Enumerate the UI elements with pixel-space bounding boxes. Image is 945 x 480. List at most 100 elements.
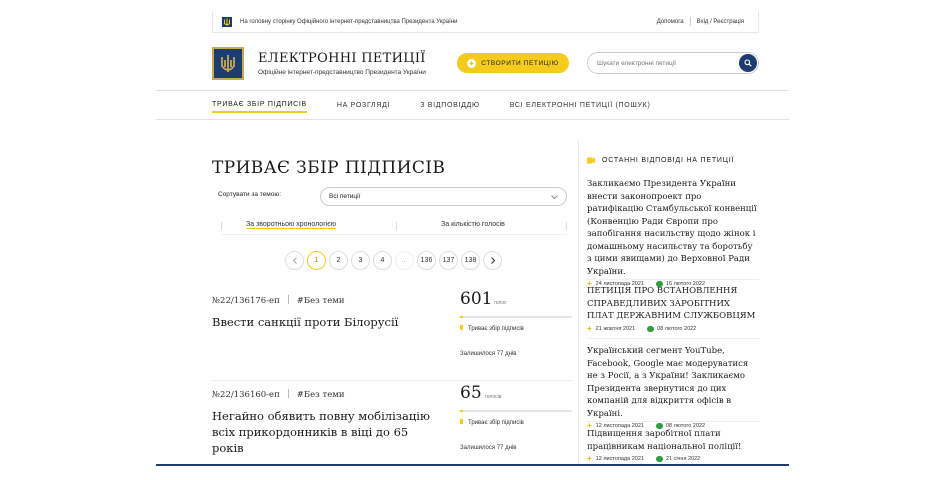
answer-item: Закликаємо Президента України внести зак… [587,178,759,288]
divider [396,222,397,230]
order-reverse-tab[interactable]: За зворотньою хронологією [246,221,337,229]
search-input[interactable] [597,59,739,67]
plus-icon: + [587,323,592,333]
create-petition-label: СТВОРИТИ ПЕТИЦІЮ [481,59,559,67]
comment-icon [647,325,655,332]
help-link[interactable]: Допомога [651,19,690,25]
divider [587,421,759,422]
sort-select[interactable]: Всі петиції [320,187,567,206]
status-marker [460,419,463,424]
vote-progress-bar [460,316,572,318]
home-link[interactable]: На головну сторінку Офіційного інтернет-… [240,19,651,25]
days-remaining: Залишилося 77 днів [460,351,517,357]
created-date: 21 жовтня 2021 [595,325,636,332]
top-bar: На головну сторінку Офіційного інтернет-… [212,11,759,33]
next-page-button[interactable] [483,251,502,270]
petition-title[interactable]: Негайно обявить повну мобілізацію всіх п… [212,408,442,456]
nav-item-answered[interactable]: З ВІДПОВІДДЮ [420,99,480,112]
page-button-1[interactable]: 1 [307,251,326,270]
header: ЕЛЕКТРОННІ ПЕТИЦІЇ Офіційне інтернет-пре… [212,46,759,82]
vote-count: 65 [460,383,482,403]
petition-meta: №22/136160-еп #Без теми [212,389,345,400]
vote-count-label: голос [494,300,507,306]
answer-item: Підвищення заробітної плати працівникам … [587,428,759,463]
vote-progress-bar [460,410,572,412]
create-petition-button[interactable]: + СТВОРИТИ ПЕТИЦІЮ [457,53,569,73]
vote-progress-fill [460,410,463,412]
sort-select-value: Всі петиції [329,193,361,200]
nav-item-collecting[interactable]: ТРИВАЄ ЗБІР ПІДПИСІВ [212,98,307,113]
divider [221,222,222,230]
order-tabs: За зворотньою хронологією За кількістю г… [221,216,567,236]
nav-item-review[interactable]: НА РОЗГЛЯДІ [337,99,390,112]
search-icon [744,59,752,67]
answered-date: 21 січня 2022 [665,456,701,462]
divider [287,389,289,398]
answered-date: 08 лютого 2022 [657,325,697,332]
column-divider [578,141,579,465]
petition-tag[interactable]: #Без теми [297,390,345,400]
answer-dates: + 21 жовтня 2021 08 лютого 2022 [587,323,759,333]
divider [156,90,789,91]
trident-icon [222,16,232,27]
status-marker [460,325,463,330]
divider [587,338,759,339]
answers-heading-text: ОСТАННІ ВІДПОВІДІ НА ПЕТИЦІЇ [602,157,735,164]
petition-meta: №22/136176-еп #Без теми [212,295,345,306]
site-subtitle: Офіційне інтернет-представництво Президе… [258,69,426,76]
created-date: 12 листопада 2021 [595,456,644,462]
page-button-2[interactable]: 2 [329,251,348,270]
petition-tag[interactable]: #Без теми [297,296,345,306]
divider [212,380,572,381]
pagination: 1 2 3 4 ... 136 137 138 [285,251,505,270]
answer-title[interactable]: Підвищення заробітної плати працівникам … [587,428,759,453]
petition-title[interactable]: Ввести санкції проти Білорусії [212,314,442,330]
trident-icon [221,54,235,72]
prev-page-button[interactable] [285,251,304,270]
answer-item: ПЕТИЦІЯ ПРО ВСТАНОВЛЕННЯ СПРАВЕДЛИВИХ ЗА… [587,285,759,332]
page-button-136[interactable]: 136 [417,251,436,270]
answer-dates: + 12 листопада 2021 21 січня 2022 [587,454,759,463]
page-ellipsis: ... [395,251,414,270]
chevron-right-icon [490,257,495,264]
login-link[interactable]: Вхід / Реєстрація [691,19,750,25]
petition-number: №22/136176-еп [212,296,280,306]
footer-line [156,464,789,466]
answer-item: Український сегмент YouTube, Facebook, G… [587,345,759,430]
page-button-138[interactable]: 138 [461,251,480,270]
vote-count-label: голосів [485,394,502,400]
petition-status: Триває збір підписів [460,325,524,332]
comment-icon [655,456,663,462]
page-button-3[interactable]: 3 [351,251,370,270]
answer-title[interactable]: Український сегмент YouTube, Facebook, G… [587,345,759,420]
search-button[interactable] [739,54,757,72]
page-button-137[interactable]: 137 [439,251,458,270]
chevron-down-icon [551,194,558,199]
petition-status: Триває збір підписів [460,419,524,426]
nav-item-all[interactable]: ВСІ ЕЛЕКТРОННІ ПЕТИЦІЇ (ПОШУК) [510,99,651,112]
chevron-left-icon [292,257,297,264]
answer-title[interactable]: Закликаємо Президента України внести зак… [587,178,759,278]
plus-icon: + [467,58,477,68]
order-votes-tab[interactable]: За кількістю голосів [441,221,505,228]
site-title[interactable]: ЕЛЕКТРОННІ ПЕТИЦІЇ [258,51,426,66]
petition-status-text: Триває збір підписів [468,420,524,426]
sort-label: Сортувати за темою: [218,191,282,198]
logo[interactable] [212,47,244,80]
search-box [587,52,759,74]
vote-progress-fill [460,316,463,318]
divider [587,279,759,280]
answer-title[interactable]: ПЕТИЦІЯ ПРО ВСТАНОВЛЕННЯ СПРАВЕДЛИВИХ ЗА… [587,285,759,323]
divider [566,222,567,230]
divider [287,295,289,304]
page-button-4[interactable]: 4 [373,251,392,270]
page-title: ТРИВАЄ ЗБІР ПІДПИСІВ [212,158,446,178]
petition-number: №22/136160-еп [212,390,280,400]
divider [156,119,789,120]
main-nav: ТРИВАЄ ЗБІР ПІДПИСІВ НА РОЗГЛЯДІ З ВІДПО… [212,92,681,118]
plus-icon: + [587,454,592,463]
divider [221,234,567,235]
vote-count: 601 [460,289,493,309]
days-remaining: Залишилося 77 днів [460,445,517,451]
answers-icon [587,157,595,164]
